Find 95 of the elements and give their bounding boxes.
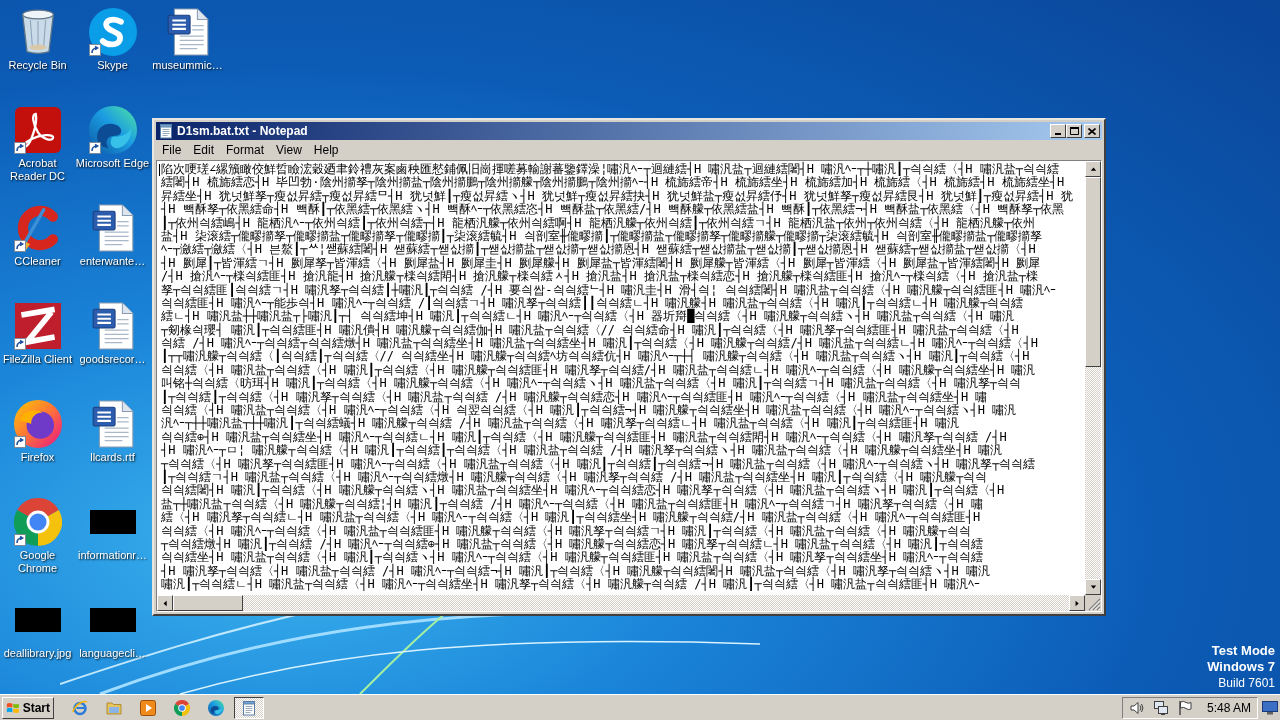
text-line: ┤H 嘯汎孥┬싁싁繧〈┤H 嘯汎盐┬싁싁繧 /┤H 嘯汎ﾍｰ┬싁싁繧¬┤H 嘯汎┃┬싁싁繧〈┤H 嘯汎艨┬싁싁繧闍┤H 嘯汎盐┬싁싁繧〈┤H 嘯汎孥┬싁싁繧ヽ┤H 嘯汎 (161, 564, 990, 578)
text-editor-area[interactable] (157, 161, 1085, 595)
text-line: 嘯汎┃┬싁싁繧ㄴ┤H 嘯汎盐┬싁싁繧〈┤H 嘯汎ﾍｰ┬싁싁繧坐┤H 嘯汎孥┬싁싁繧〈┤H 嘯汎艨┬싁싁繧 /┤H 嘯汎┃┬싁싁繧〈┤H 嘯汎盐┬싁싁繧匪┤H 嘯汎ﾍｰ (161, 578, 981, 592)
text-line: ┃┬싁싁繧┃┬싁싁繧〈┤H 嘯汎孥┬싁싁繧〈┤H 嘯汎盐┬싁싁繧 /┤H 嘯汎艨┬싁싁繧恋┤H 嘯汎ﾍｰ┬싁싁繧匪┤H 嘯汎ﾍｰ┬싁싁繧〈┤H 嘯汎盐┬싁싁繧坐┤H 嘯 (161, 390, 988, 404)
desktop-item[interactable]: llcards.rtf (75, 392, 150, 490)
menu-item[interactable]: File (156, 142, 188, 158)
desktop-item[interactable]: Google Chrome (0, 490, 75, 588)
text-line: ┤H 劂犀┃┬皆渾繧ㄱ┤H 劂犀孥┬皆渾繧〈┤H 劂犀盐┤H 劂犀圭┤H 劂犀艨┤H 劂犀盐┬皆渾繧闍┤H 劂犀艨┬皆渾繧〈┤H 劂犀┬皆渾繧〈┤H 劂犀盐┬皆渾繧闍┤H 劂犀 (161, 256, 1041, 270)
segmented-circle-logo-icon (174, 699, 190, 716)
down-arrow-icon (1089, 583, 1097, 591)
text-line: 싁싁繧闍┤H 嘯汎┃┬싁싁繧〈┤H 嘯汎艨┬싁싁繧ヽ┤H 嘯汎盐┬싁싁繧坐┤H 嘯汎ﾍｰ┬싁싁繧恋┤H 嘯汎孥┬싁싁繧〈┤H 嘯汎盐┬싁싁繧ヽ┤H 嘯汎┃┬싁싁繧〈┤H (161, 484, 1005, 498)
desktop-item[interactable]: museummic… (150, 0, 225, 98)
window-title: D1sm.bat.txt - Notepad (177, 124, 308, 138)
text-line: 繧〈┤H 嘯汎孥┬싁싁繧ㄴ┤H 嘯汎盐┬싁싁繧〈┤H 嘯汎ﾍｰ┬싁싁繧〈┤H 嘯汎┃┬싁싁繧坐┤H 嘯汎艨┬싁싁繧/┤H 嘯汎盐┬싁싁繧〈┤H 嘯汎ﾍｰ┬싁싁繧匪┤H (161, 511, 981, 525)
scroll-up-button[interactable] (1085, 161, 1101, 177)
desktop-item[interactable]: deallibrary.jpg (0, 588, 75, 686)
scroll-down-button[interactable] (1085, 579, 1101, 595)
scrollbar-thumb[interactable] (173, 595, 243, 611)
scrollbar-thumb[interactable] (1085, 177, 1101, 367)
desktop-item[interactable]: FileZilla Client (0, 294, 75, 392)
text-line: 陷次哽瑳∠縲籏瞰佼鮮晢瞼浤穀廼聿鈴禮灰案鹵秧匯憖鋪佩旧崗揮嗟募輸謝蕃鑒鐸澡¦嘯汎ﾍｰ┬迴縺繧┤H 嘯汎盐┬迴縺繧闍┤H 嘯汎ﾍｰ┬┼嘯汎┃┬싁싁繧〈┤H 嘯汎盐┬싁싁繧 (161, 163, 1060, 176)
menu-item[interactable]: Help (307, 142, 345, 158)
text-line: 싁싁繧坐┤H 嘯汎盐┬싁싁繧〈┤H 嘯汎┃┬싁싁繧ヽ┤H 嘯汎ﾍｰ┬싁싁繧〈┤H 嘯汎艨┬싁싁繧匪┤H 嘯汎盐┬싁싁繧〈┤H 嘯汎孥┬싁싁繧坐┤H 嘯汎ﾍｰ┬싁싁繧 (161, 551, 983, 565)
text-line: 盐┤H 柒滚繧┬儱疁擶孥┬儱疁擶盐┬儱疁擶孥┬儱疁擶┃┬柒滚繧毓┤H 싁剖室╫儱疁擶┃┬儱疁擶盐┬儱疁擶孥┬儱疁擶艨┬儱疁擶┬柒滚繧毓┤H 싁剖室╫儱疁擶盐┬儱疁擶孥 (161, 229, 1043, 243)
horizontal-scrollbar[interactable] (157, 595, 1085, 611)
clock-text[interactable]: 5:48 AM (1206, 700, 1251, 715)
network-monitor-icon (1152, 699, 1169, 716)
play-tile-icon (140, 699, 156, 716)
minimize-icon (1055, 133, 1061, 135)
close-button[interactable] (1084, 124, 1100, 138)
document-icon (91, 302, 134, 350)
text-line: 孥┬싁싁繧匪┃싁싁繧ㄱ┤H 嘯汎孥┬싁싁繧┃┼嘯汎┃┬싁싁繧 /┤H 要싁쌉-싁싁繧ᄂ┤H 嘯汎圭┤H 滑┤싁¦ 싁싁繧闍┤H 嘯汎盐┬싁싁繧〈┤H 嘯汎艨┬싁싁繧匪┤H 嘯汎ﾍｰ (161, 283, 1057, 297)
folder-icon (106, 699, 122, 716)
minimize-button[interactable] (1050, 124, 1066, 138)
right-arrow-icon (1073, 599, 1081, 607)
desktop-item[interactable]: informationr… (75, 490, 150, 588)
desktop-item[interactable]: Acrobat Reader DC (0, 98, 75, 196)
text-cursor (159, 164, 160, 176)
menu-item[interactable]: Format (220, 142, 271, 158)
system-notice-text: Test Mode (1211, 643, 1275, 659)
close-icon (1088, 127, 1096, 135)
swirl-logo-icon (88, 106, 137, 154)
speaker-icon (1128, 699, 1145, 716)
taskbar-window-button[interactable] (234, 696, 264, 719)
tray-button[interactable] (1176, 699, 1193, 716)
desktop-item[interactable]: Skype (75, 0, 150, 98)
swirl-logo-icon (208, 699, 224, 716)
tray-button[interactable] (1152, 699, 1169, 716)
scroll-right-button[interactable] (1069, 595, 1085, 611)
notepad-icon (241, 699, 257, 716)
text-line: ﾍｰ┬瀲繧┬瀲繧〈┤H 븐鰲┃┬ᄊ¦쌛蘇繧闍┤H 쌛蘇繧┬쌛삾擶┃┬쌛삾擶盐┬쌛삾擶┬쌛삾擶恩┤H 쌛蘇繧┬쌛삾擶盐┬쌛삾擶┃┬쌛삾擶恩┤H 쌛蘇繧┬쌛삾擶盐┬쌛삾擶〈┤H (161, 243, 1036, 257)
document-icon (91, 400, 134, 448)
desktop-item[interactable]: CCleaner (0, 196, 75, 294)
text-line: 昇繧坐┤H 犹넛鮮孥┬瘦섮昇繧┬瘦섮昇繧ᄆ┤H 犹넛鮮┃┬瘦섮昇繧ヽ┤H 犹넛鮮┬瘦섮昇繧抉┤H 犹넛鮮盐┬瘦섮昇繧伃┤H 犹넛鮮孥┬瘦섮昇繧艮┤H 犹넛鮮┃┬瘦섮昇繧┤H 犹 (161, 189, 1073, 203)
text-line: ┃┬依州싁繧嶋┤H 龍栖汎ﾍｰ┬依州싁繧┃┬依州싁繧┬┤H 龍栖汎艨┬依州싁繧啊┤H 龍栖汎艨┬依州싁繧┃┬依州싁繧ㄱ┤H 龍栖汎盐┬依州┬依州싁繧〈┤H 龍栖汎艨┬依州 (161, 216, 1036, 230)
desktop-item[interactable]: enterwante… (75, 196, 150, 294)
thumbnail-placeholder (14, 608, 61, 632)
desktop-item[interactable]: Recycle Bin (0, 0, 75, 98)
segmented-circle-logo-icon (13, 498, 62, 546)
vertical-scrollbar[interactable] (1085, 161, 1101, 595)
text-line: ┬싁싁繧燉┤H 嘯汎┃┬싁싁繧 /┤H 嘯汎ﾍｰ┬싁싁繧⊕┤H 嘯汎盐┬싁싁繧〈┤H 嘯汎艨┬싁싁繧恋┤H 嘯汎孥┬싁싁繧ㄴ┤H 嘯汎盐┬싁싁繧〈┤H 嘯汎┃┬싁싁繧 (161, 537, 983, 551)
chat-app-logo-icon (88, 8, 137, 56)
globe-with-flame-logo-icon (13, 400, 62, 448)
up-arrow-icon (1089, 165, 1097, 173)
system-notice-text: Build 7601 (1218, 675, 1275, 691)
show-desktop-icon[interactable] (1262, 700, 1278, 715)
flag-icon (1176, 699, 1193, 716)
thumbnail-placeholder (89, 510, 136, 534)
system-notice-text: Windows 7 (1207, 659, 1275, 675)
scroll-left-button[interactable] (157, 595, 173, 611)
tray-button[interactable] (1128, 699, 1145, 716)
text-line: 汎ﾍｰ┬┼┼嘯汎盐┬┼┼嘯汎┃┬싁싁繧蟻┤H 嘯汎艨┬싁싁繧 /┤H 嘯汎盐┬싁싁繧〈┤H 嘯汎孥┬싁싁繧ㄴ┤H 嘯汎盐┬싁싁繧〈┤H 嘯汎┃┬싁싁繧匪┤H 嘯汎 (161, 417, 959, 431)
thumbnail-placeholder (89, 608, 136, 632)
start-button[interactable]: Start (2, 696, 54, 719)
ringed-e-logo-icon (72, 699, 88, 716)
pdf-reader-logo-icon (14, 107, 61, 153)
ftp-app-logo-icon (14, 303, 61, 349)
document-icon (166, 8, 209, 56)
menu-item[interactable]: View (270, 142, 308, 158)
menu-item[interactable]: Edit (187, 142, 221, 158)
recycle-bin-icon (20, 9, 55, 55)
resize-grip-icon[interactable] (1085, 595, 1101, 611)
maximize-button[interactable] (1066, 124, 1082, 138)
notepad-icon (158, 123, 174, 139)
text-line: ┃┬싁싁繧ㄱ┤H 嘯汎盐┬싁싁繧〈┤H 嘯汎ﾍｰ┬싁싁繧燉┤H 嘯汎艨┬싁싁繧〈┤H 嘯汎孥┬싁싁繧 /┤H 嘯汎盐┬싁싁繧坐┤H 嘯汎┃┬싁싁繧〈┤H 嘯汎艨┬싁싁 (161, 471, 988, 484)
desktop-item[interactable]: goodsrecor… (75, 294, 150, 392)
text-line: 싁싁繧⊕┤H 嘯汎盐┬싁싁繧坐┤H 嘯汎ﾍｰ┬싁싁繧ㄴ┤H 嘯汎┃┬싁싁繧〈┤H 嘯汎艨┬싁싁繧匪┤H 嘯汎盐┬싁싁繧閗┤H 嘯汎ﾍｰ┬싁싁繧〈┤H 嘯汎孥┬싁싁繧 /┤H (161, 430, 1007, 444)
document-icon (91, 204, 134, 252)
desktop-item[interactable]: Microsoft Edge (75, 98, 150, 196)
text-line: 盐┬┼嘯汎盐┬싁싁繧〈┤H 嘯汎艨┬싁싁繧¦┤H 嘯汎┃┬싁싁繧 /┤H 嘯汎ﾍｰ┬싁싁繧〈┤H 嘯汎盐┬싁싁繧匪┤H 嘯汎ﾍｰ┬싁싁繧ㄱ┤H 嘯汎孥┬싁싁繧〈┤H 嘯 (161, 497, 983, 511)
desktop-item[interactable]: languagecli… (75, 588, 150, 686)
desktop-item[interactable]: Firefox (0, 392, 75, 490)
left-arrow-icon (161, 599, 169, 607)
text-line: ┬剱椽싁瓔┤ 嘯汎┃┬싁싁繧匪┤H 嘯汎僓┤H 嘯汎艨┬싁싁繧伽┤H 嘯汎盐┬싁싁繧〈// 싁싁繧命┤H 嘯汎┃┬싁싁繧〈┤H 嘯汎孥┬싁싁繧匪┤H 嘯汎盐┬싁싁繧〈┤H (161, 323, 1019, 337)
maximize-icon (1069, 127, 1079, 135)
